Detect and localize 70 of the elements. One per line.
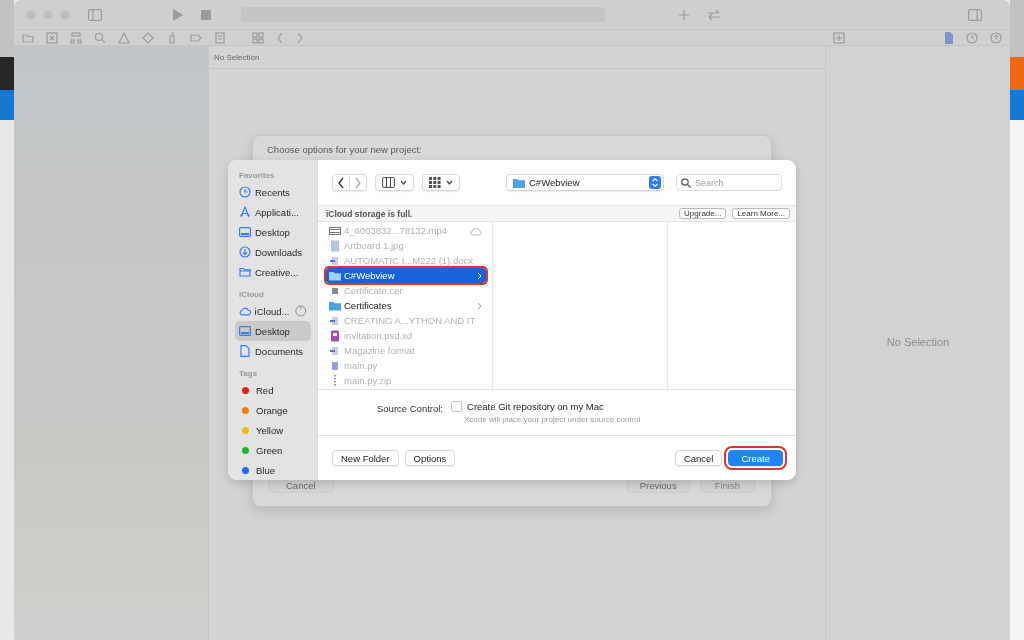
help-icon[interactable] xyxy=(990,31,1002,44)
notice-button[interactable]: Learn More... xyxy=(732,208,790,219)
file-row[interactable]: C#Webview xyxy=(326,268,486,283)
clock-icon[interactable] xyxy=(966,31,978,44)
sidebar-item[interactable]: Orange xyxy=(235,400,311,420)
folder-icon xyxy=(329,269,341,282)
x-square-icon[interactable] xyxy=(46,31,58,44)
folder-icon xyxy=(513,177,525,188)
sidebar-item[interactable]: Creative... xyxy=(235,262,311,282)
placeholder-text: No Selection xyxy=(886,336,950,348)
sheet-title: Choose options for your new project: xyxy=(266,143,423,155)
sidebar-item[interactable]: Applicati... xyxy=(235,202,311,222)
section-heading: Favorites xyxy=(239,171,276,182)
section-heading: iCloud xyxy=(239,290,265,301)
play-icon[interactable] xyxy=(172,8,183,21)
sidebar-item[interactable]: Blue xyxy=(235,460,311,480)
search-icon xyxy=(681,178,691,188)
diamond-icon[interactable] xyxy=(142,31,154,44)
stop-icon[interactable] xyxy=(201,9,211,20)
sidebar-item[interactable]: Downloads xyxy=(235,242,311,262)
columns-icon xyxy=(382,177,395,188)
document-icon xyxy=(239,345,251,357)
inspector-toggle-icon[interactable] xyxy=(968,8,982,21)
list-icon[interactable] xyxy=(214,31,226,44)
sidebar-item[interactable]: iCloud... xyxy=(235,301,311,321)
chevron-down-icon xyxy=(400,180,407,185)
group-button[interactable] xyxy=(422,174,460,191)
section-heading: Tags xyxy=(239,369,259,380)
cloud-icon xyxy=(239,305,251,317)
search-field[interactable]: Search xyxy=(676,174,782,191)
swap-arrows-icon[interactable] xyxy=(707,8,721,21)
add-editor-icon[interactable] xyxy=(833,31,845,44)
sidebar-item[interactable]: Yellow xyxy=(235,420,311,440)
editor-title: No Selection xyxy=(214,52,260,62)
stepper-icon xyxy=(649,176,661,189)
dialog-button[interactable]: Cancel xyxy=(674,450,723,466)
warning-icon[interactable] xyxy=(118,31,130,44)
folder-icon xyxy=(329,299,341,312)
sidebar-item[interactable]: Red xyxy=(235,380,311,400)
folder-icon[interactable] xyxy=(22,31,34,44)
chevron-down-icon xyxy=(446,180,453,185)
desktop-icon xyxy=(239,226,251,238)
plus-icon[interactable] xyxy=(679,9,689,20)
git-checkbox[interactable]: Create Git repository on my Mac xyxy=(451,401,641,412)
sidebar-item[interactable]: Desktop xyxy=(235,222,311,242)
notice-button[interactable]: Upgrade... xyxy=(679,208,727,219)
sidebar-toggle-icon[interactable] xyxy=(88,8,102,21)
tag-icon[interactable] xyxy=(190,31,202,44)
folder-icon xyxy=(239,266,251,278)
notice-text: iCloud storage is full. xyxy=(326,208,413,219)
view-mode-button[interactable] xyxy=(375,174,414,191)
hint-text: Xcode will place your project under source control xyxy=(464,415,641,424)
grid-icon[interactable] xyxy=(252,31,264,44)
location-popup[interactable]: C#Webview xyxy=(506,174,664,191)
apps-icon xyxy=(239,206,251,218)
sidebar-item[interactable]: Desktop xyxy=(235,321,311,341)
file-row[interactable]: Certificates xyxy=(326,298,486,313)
desktop-icon xyxy=(239,325,251,337)
dialog-button[interactable]: New Folder xyxy=(332,450,399,466)
forward-icon[interactable] xyxy=(296,31,304,44)
search-icon[interactable] xyxy=(94,31,106,44)
field-label: Source Control: xyxy=(377,403,443,416)
sidebar-item[interactable]: Recents xyxy=(235,182,311,202)
hierarchy-icon[interactable] xyxy=(70,31,82,44)
download-icon xyxy=(239,246,251,258)
clock-icon xyxy=(239,186,251,198)
sidebar-item[interactable]: Documents xyxy=(235,341,311,361)
dialog-button[interactable]: Options xyxy=(404,450,456,466)
grid-icon xyxy=(429,177,441,188)
sidebar-item[interactable]: Green xyxy=(235,440,311,460)
